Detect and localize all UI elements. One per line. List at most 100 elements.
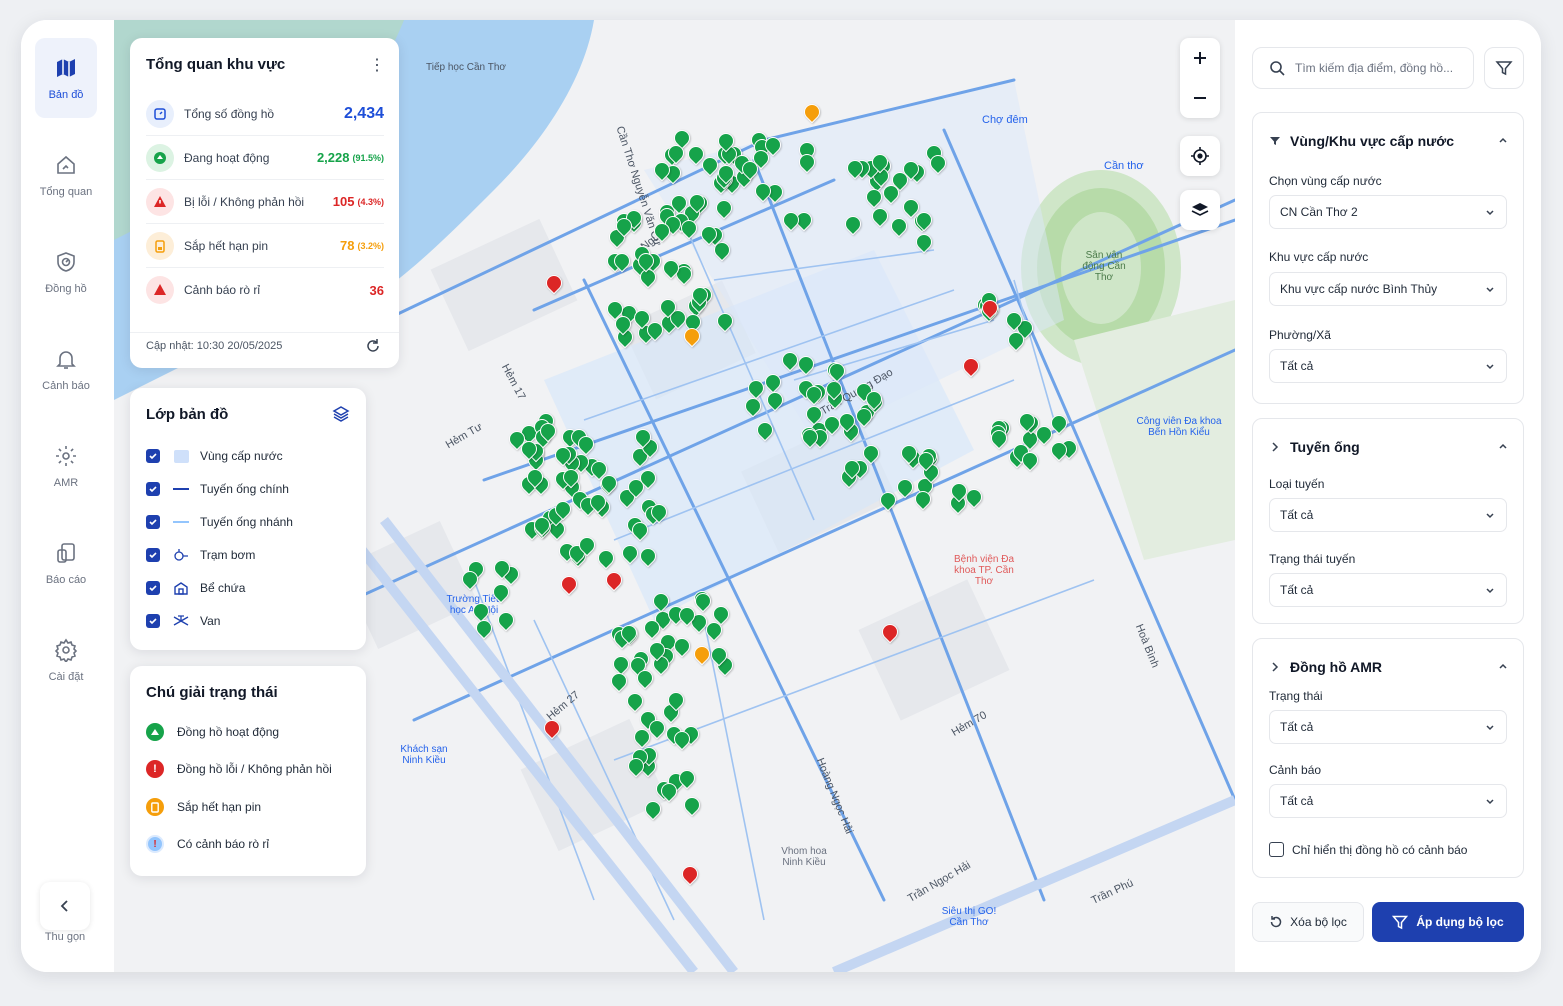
- sidebar-item-label: AMR: [53, 476, 79, 489]
- leak-status-icon: !: [146, 835, 164, 853]
- layer-item[interactable]: Bể chứa: [146, 578, 245, 598]
- settings-icon: [54, 638, 78, 662]
- section-title: Vùng/Khu vực cấp nước: [1290, 133, 1455, 149]
- more-icon[interactable]: ⋮: [369, 55, 385, 75]
- checkbox-checked-icon[interactable]: [146, 515, 160, 529]
- layer-item[interactable]: Tuyến ống nhánh: [146, 512, 293, 532]
- sidebar-item-overview[interactable]: Tổng quan: [35, 135, 97, 215]
- clear-filter-button[interactable]: Xóa bộ lọc: [1252, 902, 1364, 942]
- checkbox-checked-icon[interactable]: [146, 614, 160, 628]
- layer-label: Van: [200, 614, 221, 628]
- ward-select[interactable]: Tất cả: [1269, 349, 1507, 383]
- refresh-icon[interactable]: [365, 338, 381, 359]
- section-title: Tuyến ống: [1290, 439, 1360, 455]
- layer-label: Trạm bơm: [200, 548, 256, 562]
- legend-item: Đồng hồ hoạt động: [146, 722, 279, 742]
- section-header[interactable]: Đồng hồ AMR: [1269, 659, 1382, 675]
- checkbox-checked-icon[interactable]: [146, 581, 160, 595]
- search-box[interactable]: [1252, 47, 1474, 89]
- gear-icon: [56, 445, 76, 466]
- search-input[interactable]: [1295, 61, 1465, 75]
- field-label: Trạng thái: [1269, 689, 1323, 703]
- locate-button[interactable]: [1180, 136, 1220, 176]
- supply-zone-select[interactable]: CN Cần Thơ 2: [1269, 195, 1507, 229]
- overview-row-label: Sắp hết hạn pin: [184, 238, 269, 253]
- overview-row-percent: (4.3%): [357, 196, 384, 207]
- field-label: Loại tuyến: [1269, 477, 1325, 491]
- meter-status-select[interactable]: Tất cả: [1269, 710, 1507, 744]
- collapse-button[interactable]: [40, 882, 90, 930]
- apply-filter-button[interactable]: Áp dụng bộ lọc: [1372, 902, 1524, 942]
- pipe-status-select[interactable]: Tất cả: [1269, 573, 1507, 607]
- overview-row-label: Bị lỗi / Không phản hồi: [184, 194, 305, 209]
- clear-filter-label: Xóa bộ lọc: [1290, 915, 1347, 929]
- legend-card: Chú giải trạng thái Đồng hồ hoạt động ! …: [130, 666, 366, 876]
- meter-total-icon: [146, 99, 174, 128]
- sidebar-item-settings[interactable]: Cài đặt: [35, 620, 97, 700]
- legend-label: Đồng hồ hoạt động: [177, 725, 280, 739]
- layer-item[interactable]: Van: [146, 611, 220, 631]
- chevron-down-icon: [1486, 364, 1494, 370]
- layer-item[interactable]: Vùng cấp nước: [146, 446, 283, 466]
- legend-item: ! Đồng hồ lỗi / Không phản hồi: [146, 759, 332, 779]
- overview-row-error: Bị lỗi / Không phản hồi 105 (4.3%): [146, 180, 384, 224]
- section-header[interactable]: Tuyến ống: [1269, 439, 1360, 455]
- sidebar-item-meters[interactable]: Đồng hồ: [35, 232, 97, 312]
- checkbox-checked-icon[interactable]: [146, 548, 160, 562]
- layers-button[interactable]: [1180, 190, 1220, 230]
- chevron-up-icon[interactable]: [1497, 133, 1509, 151]
- overview-card: Tổng quan khu vực ⋮ Tổng số đồng hồ 2,43…: [130, 38, 399, 368]
- map-label: Sân vận động Cần Thơ: [1082, 250, 1126, 283]
- filter-button[interactable]: [1484, 47, 1524, 89]
- section-header[interactable]: Vùng/Khu vực cấp nước: [1269, 133, 1454, 149]
- zoom-control: [1180, 38, 1220, 118]
- layer-item[interactable]: Tuyến ống chính: [146, 479, 289, 499]
- error-status-icon: !: [146, 760, 164, 778]
- sidebar-item-amr[interactable]: AMR: [35, 426, 97, 506]
- overview-row-value: 78: [340, 238, 355, 253]
- chevron-up-icon[interactable]: [1497, 439, 1509, 457]
- checkbox-checked-icon[interactable]: [146, 482, 160, 496]
- tank-icon: [172, 580, 190, 596]
- chevron-down-icon: [1486, 513, 1494, 519]
- field-label: Cảnh báo: [1269, 763, 1322, 777]
- checkbox-checked-icon[interactable]: [146, 449, 160, 463]
- chevron-up-icon[interactable]: [1497, 659, 1509, 677]
- alert-only-checkbox-row[interactable]: Chỉ hiển thị đồng hồ có cảnh báo: [1269, 842, 1467, 857]
- dashboard-icon: [57, 155, 75, 174]
- layer-item[interactable]: Trạm bơm: [146, 545, 255, 565]
- chevron-down-icon: [1486, 287, 1494, 293]
- zoom-out-button[interactable]: [1180, 78, 1220, 118]
- section-amr-meters: Đồng hồ AMR Trạng thái Tất cả Cảnh báo T…: [1252, 638, 1524, 878]
- sidebar-item-map[interactable]: Bản đồ: [35, 38, 97, 118]
- layers-icon: [332, 405, 350, 428]
- sidebar-item-alerts[interactable]: Cảnh báo: [35, 329, 97, 409]
- active-meter-icon: [146, 143, 174, 172]
- field-label: Khu vực cấp nước: [1269, 250, 1369, 264]
- meter-icon: [57, 251, 75, 272]
- supply-area-select[interactable]: Khu vực cấp nước Bình Thủy: [1269, 272, 1507, 306]
- sidebar-item-reports[interactable]: Báo cáo: [35, 523, 97, 603]
- overview-row-percent: (91.5%): [352, 152, 384, 163]
- layers-title: Lớp bản đồ: [146, 406, 229, 423]
- section-title: Đồng hồ AMR: [1290, 659, 1383, 675]
- map-icon: [57, 58, 75, 77]
- map-label: Công viên Đa khoa Bến Hồn Kiểu: [1136, 416, 1222, 438]
- zoom-in-button[interactable]: [1180, 38, 1220, 78]
- checkbox-label: Chỉ hiển thị đồng hồ có cảnh báo: [1292, 842, 1468, 857]
- map-label: Chợ đêm: [982, 114, 1028, 126]
- layers-icon: [1191, 203, 1209, 216]
- error-meter-icon: [146, 187, 174, 216]
- alert-only-checkbox[interactable]: [1269, 842, 1284, 857]
- pipe-type-select[interactable]: Tất cả: [1269, 498, 1507, 532]
- collapse-label: Thu gọn: [44, 931, 86, 943]
- layers-card: Lớp bản đồ Vùng cấp nước Tuyến ống chính…: [130, 388, 366, 650]
- report-icon: [57, 542, 75, 563]
- sidebar: Bản đồ Tổng quan Đồng hồ Cảnh báo AMR Bá…: [21, 20, 114, 972]
- alert-select[interactable]: Tất cả: [1269, 784, 1507, 818]
- filter-icon: [1392, 915, 1409, 930]
- section-water-zone: Vùng/Khu vực cấp nước Chọn vùng cấp nước…: [1252, 112, 1524, 404]
- legend-label: Đồng hồ lỗi / Không phản hồi: [177, 762, 332, 776]
- zone-swatch-icon: [172, 448, 190, 464]
- filter-panel: Vùng/Khu vực cấp nước Chọn vùng cấp nước…: [1235, 20, 1541, 972]
